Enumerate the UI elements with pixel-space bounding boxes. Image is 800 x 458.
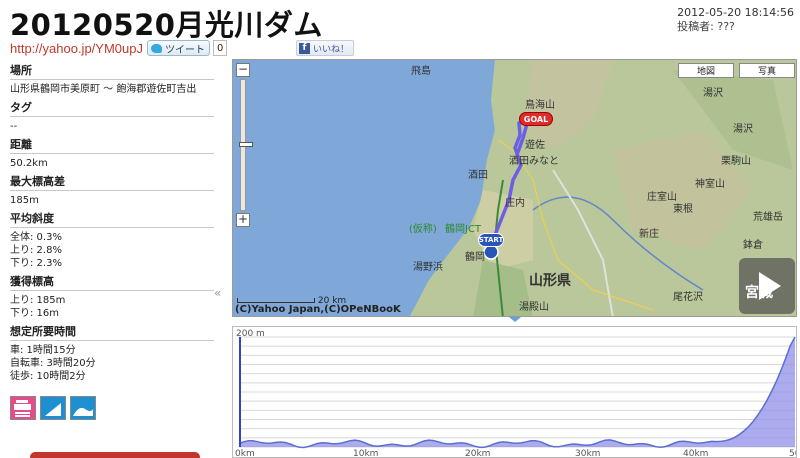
- elevation-x-label-1: 10km: [353, 449, 379, 458]
- elevation-x-label-2: 20km: [465, 449, 491, 458]
- place-yuzawa2: 湯沢: [733, 124, 753, 135]
- tag-label: タグ: [10, 99, 214, 117]
- elevation-x-label-0: 0km: [235, 449, 255, 458]
- transport-icons: [10, 396, 214, 420]
- tweet-label: ツイート: [164, 44, 205, 56]
- twitter-bird-icon: [150, 43, 162, 53]
- place-hachikura: 鉢倉: [743, 240, 763, 251]
- place-sakata-minato: 酒田みなと: [509, 156, 559, 167]
- post-meta: 2012-05-20 18:14:56 投稿者: ???: [677, 6, 794, 34]
- elevation-x-label-4: 40km: [683, 449, 709, 458]
- location-label: 場所: [10, 62, 214, 80]
- post-author: 投稿者: ???: [677, 20, 735, 33]
- place-kurikoma: 栗駒山: [721, 156, 751, 167]
- place-arao: 荒雄岳: [753, 212, 783, 223]
- gain-up: 上り: 185m: [10, 295, 66, 306]
- place-miyagi: 宮城: [745, 285, 773, 301]
- place-kamuro: 神室山: [695, 179, 725, 190]
- elevation-x-label-5: 50: [789, 449, 796, 458]
- place-sakata: 酒田: [468, 170, 488, 181]
- place-chokai: 鳥海山: [525, 100, 555, 111]
- time-walk: 徒歩: 10時間2分: [10, 371, 86, 382]
- place-tobishima: 飛島: [411, 66, 431, 77]
- facebook-like-button[interactable]: f いいね！: [296, 40, 355, 56]
- distance-label: 距離: [10, 136, 214, 154]
- avg-grade-total: 全体: 0.3%: [10, 232, 62, 243]
- gain-down: 下り: 16m: [10, 308, 60, 319]
- share-row: http://yahoo.jp/YM0upJ ツイート 0: [10, 40, 228, 56]
- like-label: いいね！: [313, 44, 350, 55]
- place-shonai: 庄内: [505, 198, 525, 209]
- elevation-profile: 200 m 0km 10km 20km 30km 40km 50: [232, 326, 797, 458]
- avg-grade-up: 上り: 2.8%: [10, 245, 62, 256]
- map-type-photo-button[interactable]: 写真: [739, 63, 795, 78]
- elevation-chart: [238, 336, 796, 449]
- route-map[interactable]: − + 地図 写真 飛島 鳥海山 遊佐 酒田みなと 酒田 庄内 (仮称) 鶴岡J…: [232, 59, 797, 317]
- avg-grade-values: 全体: 0.3% 上り: 2.8% 下り: 2.3%: [10, 228, 214, 273]
- panel-divider-handle[interactable]: [509, 317, 521, 322]
- sidebar-action-button[interactable]: [30, 452, 200, 458]
- location-value: 山形県鶴岡市美原町 〜 飽海郡遊佐町吉出: [10, 84, 197, 95]
- bicycle-icon[interactable]: [40, 396, 66, 420]
- tweet-button[interactable]: ツイート: [146, 40, 210, 56]
- start-marker[interactable]: START: [478, 233, 504, 247]
- zoom-slider-track[interactable]: [239, 79, 253, 211]
- place-tsuruoka: 鶴岡: [465, 252, 485, 263]
- page-title: 20120520月光川ダム: [10, 8, 323, 42]
- max-elev-diff-label: 最大標高差: [10, 173, 214, 191]
- zoom-out-button[interactable]: −: [236, 63, 250, 77]
- collapse-sidebar-icon[interactable]: «: [214, 286, 221, 300]
- gain-label: 獲得標高: [10, 273, 214, 291]
- goal-marker[interactable]: GOAL: [519, 112, 553, 126]
- time-bike: 自転車: 3時間20分: [10, 358, 96, 369]
- place-yuzawa: 湯沢: [703, 88, 723, 99]
- avg-grade-label: 平均斜度: [10, 210, 214, 228]
- place-yunohama: 湯野浜: [413, 262, 443, 273]
- place-shinjo: 新庄: [639, 229, 659, 240]
- time-car: 車: 1時間15分: [10, 345, 76, 356]
- car-icon[interactable]: [10, 396, 36, 420]
- gain-values: 上り: 185m 下り: 16m: [10, 291, 214, 323]
- place-ohanazawa: 尾花沢: [673, 292, 703, 303]
- place-kari: (仮称): [409, 224, 437, 235]
- tag-value: --: [10, 121, 18, 132]
- facebook-icon: f: [299, 42, 310, 54]
- avg-grade-down: 下り: 2.3%: [10, 258, 62, 269]
- map-type-map-button[interactable]: 地図: [678, 63, 734, 78]
- elevation-x-label-3: 30km: [575, 449, 601, 458]
- short-url-link[interactable]: http://yahoo.jp/YM0upJ: [10, 41, 143, 56]
- post-date: 2012-05-20 18:14:56: [677, 6, 794, 19]
- place-yuza: 遊佐: [525, 140, 545, 151]
- zoom-control: − +: [236, 63, 253, 227]
- place-tsuruoka-jct: 鶴岡JCT: [445, 224, 482, 235]
- place-higashine: 東根: [673, 204, 693, 215]
- route-info-sidebar: 場所 山形県鶴岡市美原町 〜 飽海郡遊佐町吉出 タグ -- 距離 50.2km …: [10, 62, 214, 420]
- tweet-count: 0: [212, 40, 228, 56]
- map-copyright: (C)Yahoo Japan,(C)OPeNBooK: [235, 304, 401, 315]
- zoom-in-button[interactable]: +: [236, 213, 250, 227]
- walking-icon[interactable]: [70, 396, 96, 420]
- place-yamagata: 山形県: [529, 273, 571, 289]
- elevation-y-max-label: 200 m: [236, 329, 265, 339]
- time-label: 想定所要時間: [10, 323, 214, 341]
- max-elev-diff-value: 185m: [10, 195, 39, 206]
- distance-value: 50.2km: [10, 158, 48, 169]
- place-yudonosan: 湯殿山: [519, 302, 549, 313]
- time-values: 車: 1時間15分 自転車: 3時間20分 徒歩: 10時間2分: [10, 341, 214, 386]
- scale-bar: [237, 298, 315, 303]
- zoom-slider-thumb[interactable]: [239, 142, 253, 147]
